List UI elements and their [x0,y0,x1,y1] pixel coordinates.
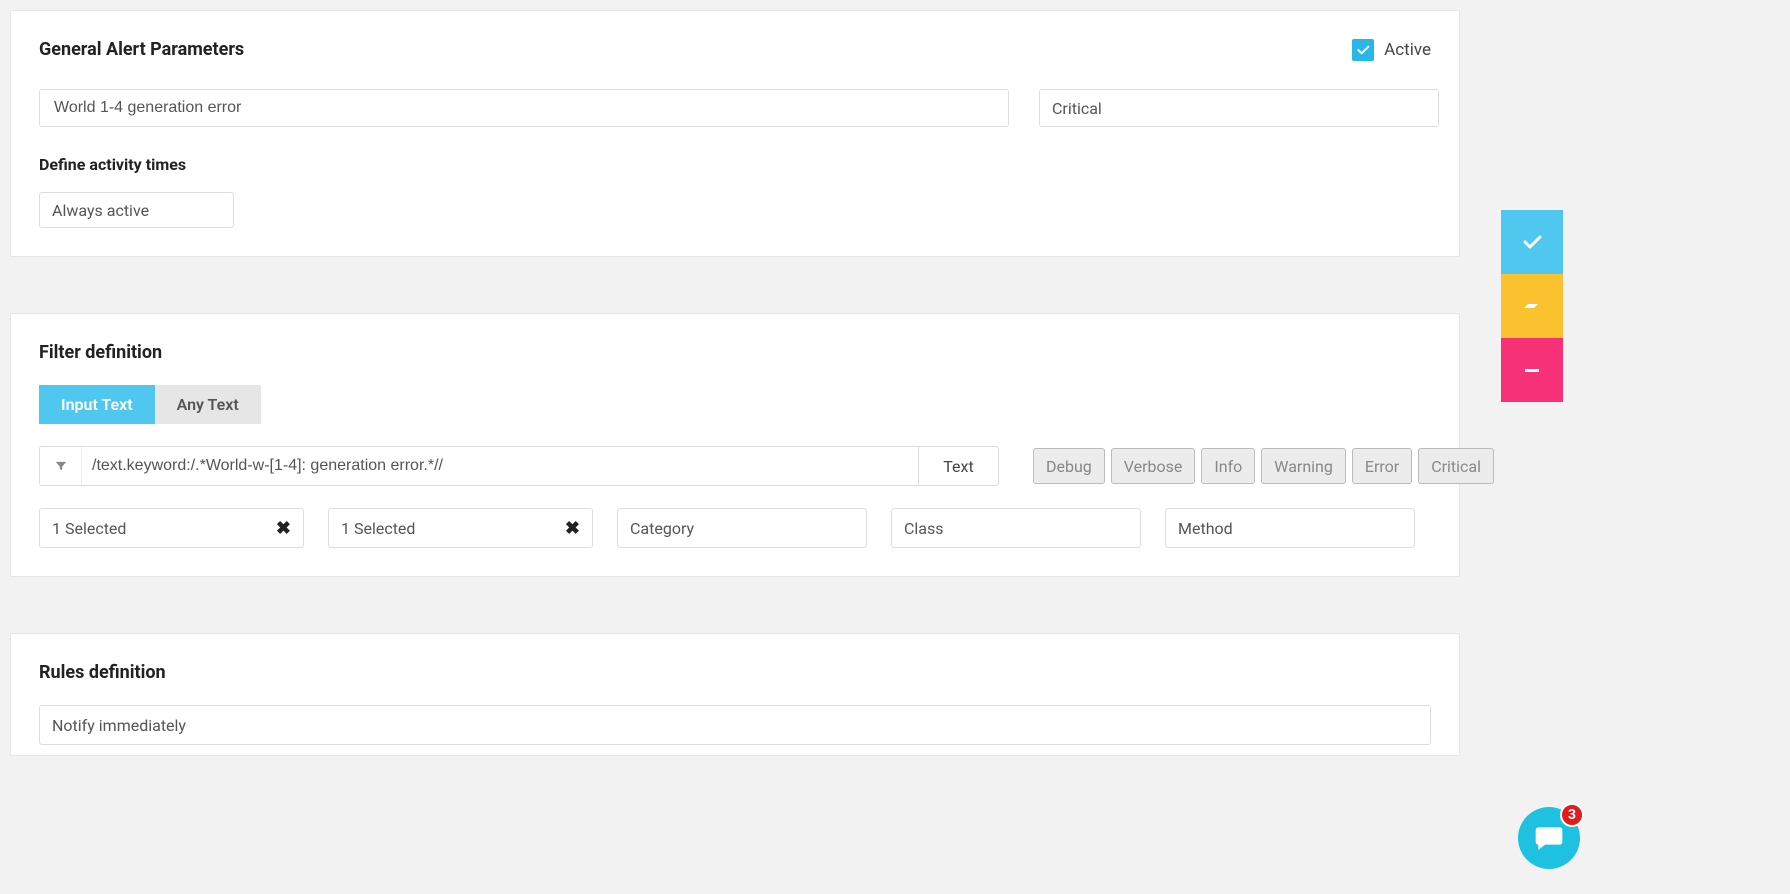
severity-select[interactable]: Critical [1039,89,1439,127]
eraser-icon [1520,294,1544,318]
active-toggle[interactable]: Active [1352,39,1431,61]
tab-input-text[interactable]: Input Text [39,385,155,424]
alert-name-field[interactable] [52,98,996,118]
filter-icon [40,447,82,485]
level-critical[interactable]: Critical [1418,448,1494,484]
select-2[interactable]: 1 Selected ✖ [328,508,593,548]
level-button-group: Debug Verbose Info Warning Error Critica… [1033,448,1494,484]
level-info[interactable]: Info [1201,448,1255,484]
chat-button[interactable]: 3 [1518,807,1580,869]
level-debug[interactable]: Debug [1033,448,1105,484]
select-1[interactable]: 1 Selected ✖ [39,508,304,548]
activity-times-select[interactable]: Always active [39,192,234,228]
minus-icon [1520,358,1544,382]
active-label: Active [1384,40,1431,60]
chat-icon [1533,822,1565,854]
rail-save-button[interactable] [1501,210,1563,274]
filter-tabbar: Input Text Any Text [39,385,1431,424]
notify-select[interactable]: Notify immediately [39,705,1431,745]
rail-clear-button[interactable] [1501,274,1563,338]
active-checkbox[interactable] [1352,39,1374,61]
tab-any-text[interactable]: Any Text [155,385,261,424]
activity-times-value: Always active [52,201,149,220]
query-type-toggle[interactable]: Text [918,447,998,485]
alert-name-input[interactable] [39,89,1009,127]
filter-card: Filter definition Input Text Any Text Te… [10,313,1460,577]
check-icon [1355,42,1371,58]
category-placeholder: Category [630,519,694,538]
select-method[interactable]: Method [1165,508,1415,548]
severity-value: Critical [1052,99,1102,118]
filter-title: Filter definition [39,342,1431,363]
select-class[interactable]: Class [891,508,1141,548]
notify-value: Notify immediately [52,716,186,735]
action-rail [1501,210,1563,402]
activity-times-label: Define activity times [39,155,1431,174]
general-card: General Alert Parameters Active Critical… [10,10,1460,257]
level-verbose[interactable]: Verbose [1111,448,1196,484]
select-1-label: 1 Selected [52,519,126,538]
select-2-label: 1 Selected [341,519,415,538]
check-icon [1520,230,1544,254]
method-placeholder: Method [1178,519,1233,538]
rules-card: Rules definition Notify immediately [10,633,1460,756]
level-warning[interactable]: Warning [1261,448,1346,484]
query-field[interactable] [82,447,918,485]
class-placeholder: Class [904,519,944,538]
close-icon[interactable]: ✖ [565,518,580,539]
level-error[interactable]: Error [1352,448,1412,484]
general-title: General Alert Parameters [39,39,244,60]
close-icon[interactable]: ✖ [276,518,291,539]
select-category[interactable]: Category [617,508,867,548]
rules-title: Rules definition [39,662,1431,683]
query-input[interactable]: Text [39,446,999,486]
chat-badge: 3 [1560,803,1584,827]
rail-delete-button[interactable] [1501,338,1563,402]
